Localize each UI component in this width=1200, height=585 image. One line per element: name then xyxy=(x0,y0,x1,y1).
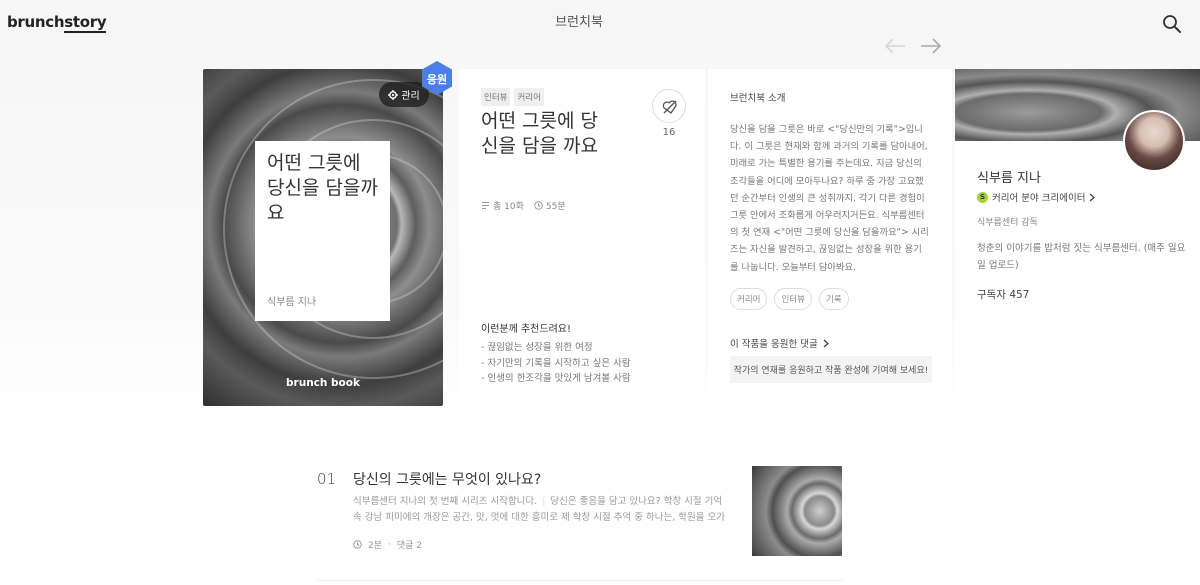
support-prompt-box[interactable]: 작가의 연재를 응원하고 작품 완성에 기여해 보세요! xyxy=(730,356,932,383)
avatar[interactable] xyxy=(1123,110,1185,172)
cover-author: 식부름 지나 xyxy=(267,297,317,308)
total-duration: 55분 xyxy=(534,199,566,212)
cover-title: 어떤 그릇에 당신을 담을까요 xyxy=(267,152,378,224)
creator-label: 커리어 분야 크리에이터 xyxy=(992,193,1086,204)
keyword-row: 커리어 인터뷰 기록 xyxy=(730,288,849,310)
manage-label: 관리 xyxy=(401,91,420,102)
article-read-time: 2분 xyxy=(368,541,383,551)
creator-s-badge: S xyxy=(977,191,988,203)
book-info-panel: 인터뷰 커리어 어떤 그릇에 당신을 담을 까요 16 총 10화 55분 이런… xyxy=(459,69,705,406)
recommend-item: - 자기만의 기록을 시작하고 싶은 사람 xyxy=(481,357,631,369)
support-label: 응원 xyxy=(426,73,448,86)
page-title: 브런치북 xyxy=(555,15,603,30)
subscriber-count: 구독자 457 xyxy=(977,289,1030,301)
author-description: 청춘의 이야기를 밥처럼 짓는 식부름센터. (매주 일요일 업로드) xyxy=(977,243,1186,271)
author-role: 식부름센터 감독 xyxy=(977,218,1038,228)
arrow-left-icon[interactable] xyxy=(884,38,906,54)
keyword-chip[interactable]: 인터뷰 xyxy=(774,288,812,310)
chevron-right-icon xyxy=(1090,193,1096,201)
article-number: 01 xyxy=(317,470,337,488)
meta-dot: · xyxy=(388,539,391,550)
search-icon[interactable] xyxy=(1162,14,1182,34)
intro-heading: 브런치북 소개 xyxy=(730,93,786,104)
article-meta: 2분 · 댓글 2 xyxy=(353,538,422,551)
article-title[interactable]: 당신의 그릇에는 무엇이 있나요? xyxy=(353,469,541,489)
article-summary[interactable]: 식부름센터 지나의 첫 번째 시리즈 시작합니다. | 당신은 좋음을 담고 있나요… xyxy=(353,494,731,526)
creator-badge-link[interactable]: S 커리어 분야 크리에이터 xyxy=(977,190,1096,204)
brunch-book-label: brunch book xyxy=(286,377,360,389)
heart-off-icon xyxy=(662,100,677,114)
tag-row: 인터뷰 커리어 xyxy=(481,88,544,106)
book-meta: 총 10화 55분 xyxy=(481,199,566,212)
book-title: 어떤 그릇에 당신을 담을 까요 xyxy=(481,110,598,157)
recommend-item: - 인생의 한조각을 맛있게 남겨볼 사람 xyxy=(481,373,631,384)
like-button[interactable] xyxy=(652,89,686,123)
recommend-list: - 끊임없는 성장을 위한 여정 - 자기만의 기록을 시작하고 싶은 사람 -… xyxy=(481,340,631,387)
author-name[interactable]: 식부름 지나 xyxy=(977,167,1041,186)
episode-count: 총 10화 xyxy=(481,199,524,212)
arrow-right-icon[interactable] xyxy=(920,38,942,54)
recommend-item: - 끊임없는 성장을 위한 여정 xyxy=(481,342,593,353)
recommend-heading: 이런분께 추천드려요! xyxy=(481,324,571,335)
keyword-chip[interactable]: 기록 xyxy=(818,288,849,310)
support-comments-link[interactable]: 이 작품을 응원한 댓글 xyxy=(730,336,829,350)
divider xyxy=(317,580,842,581)
gear-icon xyxy=(388,89,399,100)
article-thumbnail[interactable] xyxy=(752,466,842,556)
cover-title-card: 어떤 그릇에 당신을 담을까요 식부름 지나 xyxy=(255,141,390,321)
intro-text: 당신을 담을 그릇은 바로 <"당신만의 기록">입니다. 이 그릇은 현재와 … xyxy=(730,124,929,273)
clock-icon xyxy=(534,201,543,210)
clock-icon xyxy=(353,540,362,549)
chevron-right-icon xyxy=(823,339,829,347)
tag[interactable]: 커리어 xyxy=(514,88,544,106)
like-count: 16 xyxy=(662,127,676,138)
tag[interactable]: 인터뷰 xyxy=(481,88,511,106)
list-icon xyxy=(482,202,489,209)
keyword-chip[interactable]: 커리어 xyxy=(730,288,768,310)
support-badge[interactable]: 응원 xyxy=(419,60,455,96)
book-intro-panel: 브런치북 소개 당신을 담을 그릇은 바로 <"당신만의 기록">입니다. 이 … xyxy=(708,69,952,406)
book-cover[interactable]: 어떤 그릇에 당신을 담을까요 식부름 지나 brunch book xyxy=(203,69,443,406)
article-comment-count: 댓글 2 xyxy=(396,541,423,551)
